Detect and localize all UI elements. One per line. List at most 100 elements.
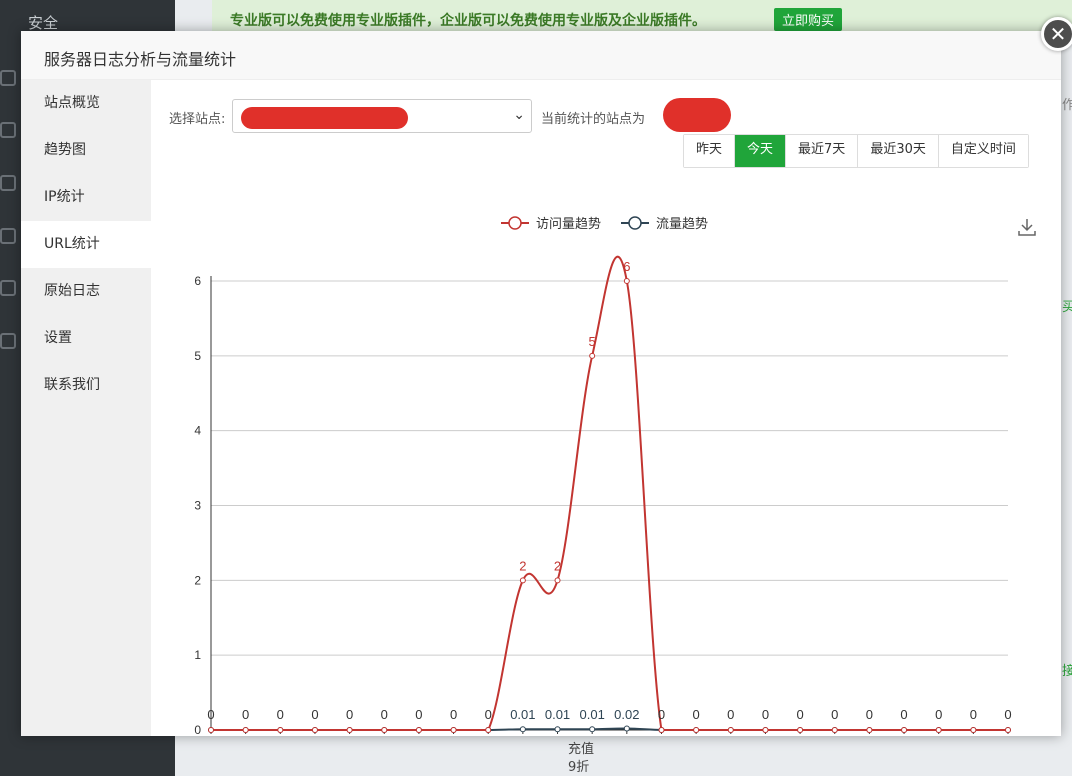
data-label: 0 bbox=[970, 707, 977, 722]
data-point bbox=[727, 727, 734, 733]
data-label: 0 bbox=[415, 707, 422, 722]
data-point bbox=[866, 727, 873, 733]
data-label: 0 bbox=[935, 707, 942, 722]
download-icon[interactable] bbox=[1018, 219, 1036, 236]
current-site-label: 当前统计的站点为 bbox=[541, 112, 646, 127]
data-label: 0 bbox=[727, 707, 734, 722]
data-point bbox=[693, 727, 700, 733]
redacted-current-site bbox=[663, 98, 731, 132]
data-point bbox=[277, 727, 284, 733]
data-point bbox=[1005, 727, 1011, 733]
data-label: 0 bbox=[1004, 707, 1011, 722]
logout-icon[interactable] bbox=[0, 333, 16, 349]
dialog-content: 选择站点: ⌄ 当前统计的站点为 昨天 今天 最近7天 最近30天 自定义时间 … bbox=[151, 80, 1061, 736]
data-point bbox=[970, 727, 977, 733]
data-point bbox=[762, 727, 769, 733]
data-label: 0 bbox=[900, 707, 907, 722]
data-label: 0 bbox=[796, 707, 803, 722]
tab-site-overview[interactable]: 站点概览 bbox=[21, 80, 151, 127]
data-label: 2 bbox=[554, 558, 561, 573]
terminal-icon[interactable] bbox=[0, 122, 16, 138]
legend-label: 流量趋势 bbox=[656, 216, 708, 232]
gear-icon[interactable] bbox=[0, 280, 16, 296]
y-tick-label: 4 bbox=[194, 424, 201, 438]
data-point bbox=[554, 577, 561, 584]
y-tick-label: 6 bbox=[194, 274, 201, 288]
data-label: 6 bbox=[623, 259, 630, 274]
data-label: 0 bbox=[693, 707, 700, 722]
data-point bbox=[623, 725, 630, 732]
y-tick-label: 2 bbox=[194, 573, 201, 587]
data-point bbox=[450, 727, 457, 733]
data-point bbox=[797, 727, 804, 733]
data-label: 0 bbox=[346, 707, 353, 722]
data-point bbox=[311, 727, 318, 733]
bg-fragment: 买 bbox=[1062, 300, 1072, 315]
data-point bbox=[589, 352, 596, 359]
data-label: 5 bbox=[589, 334, 596, 349]
data-label: 0 bbox=[277, 707, 284, 722]
bg-fragment: 接 bbox=[1062, 664, 1072, 679]
bg-bottom-text: 9折 bbox=[568, 760, 590, 775]
data-label: 0 bbox=[658, 707, 665, 722]
data-point bbox=[554, 726, 561, 733]
data-label: 0.01 bbox=[510, 707, 535, 722]
data-label: 0 bbox=[207, 707, 214, 722]
data-label: 0 bbox=[242, 707, 249, 722]
data-label: 0 bbox=[866, 707, 873, 722]
data-point bbox=[901, 727, 908, 733]
data-point bbox=[831, 727, 838, 733]
legend-label: 访问量趋势 bbox=[536, 216, 601, 232]
banner-text: 专业版可以免费使用专业版插件，企业版可以免费使用专业版及企业版插件。 bbox=[230, 13, 706, 29]
data-label: 2 bbox=[519, 558, 526, 573]
y-tick-label: 3 bbox=[194, 499, 201, 513]
dialog-header: 服务器日志分析与流量统计 bbox=[21, 31, 1061, 80]
data-label: 0 bbox=[381, 707, 388, 722]
apps-icon[interactable] bbox=[0, 228, 16, 244]
data-label: 0 bbox=[762, 707, 769, 722]
site-select[interactable]: ⌄ bbox=[232, 99, 532, 133]
data-point bbox=[242, 727, 249, 733]
data-point bbox=[381, 727, 388, 733]
data-point bbox=[415, 727, 422, 733]
bg-fragment: 作 bbox=[1062, 98, 1072, 113]
tab-settings[interactable]: 设置 bbox=[21, 315, 151, 362]
data-label: 0 bbox=[485, 707, 492, 722]
tab-ip-stats[interactable]: IP统计 bbox=[21, 174, 151, 221]
bg-nav-label: 安全 bbox=[28, 13, 59, 32]
y-tick-label: 1 bbox=[194, 648, 201, 662]
data-point bbox=[208, 727, 214, 733]
data-label: 0.01 bbox=[580, 707, 605, 722]
data-point bbox=[485, 727, 492, 733]
y-tick-label: 5 bbox=[194, 349, 201, 363]
log-analysis-dialog: 服务器日志分析与流量统计 站点概览 趋势图 IP统计 URL统计 原始日志 设置… bbox=[21, 17, 1072, 736]
series-line bbox=[211, 255, 1008, 731]
data-point bbox=[623, 278, 630, 284]
data-label: 0 bbox=[311, 707, 318, 722]
traffic-line-chart: 0123456000102030405060708091011121314151… bbox=[194, 216, 1036, 736]
data-point bbox=[346, 727, 353, 733]
tab-trend-chart[interactable]: 趋势图 bbox=[21, 127, 151, 174]
data-label: 0 bbox=[831, 707, 838, 722]
calendar-icon[interactable] bbox=[0, 175, 16, 191]
tab-raw-logs[interactable]: 原始日志 bbox=[21, 268, 151, 315]
data-point bbox=[589, 726, 596, 733]
data-label: 0.01 bbox=[545, 707, 570, 722]
data-point bbox=[519, 726, 526, 733]
chevron-down-icon: ⌄ bbox=[513, 107, 525, 123]
data-point bbox=[658, 727, 665, 733]
buy-now-button[interactable]: 立即购买 bbox=[774, 8, 843, 31]
folder-icon[interactable] bbox=[0, 70, 16, 86]
bg-bottom-text: 充值 bbox=[568, 742, 595, 757]
tab-url-stats[interactable]: URL统计 bbox=[21, 221, 151, 268]
tab-contact-us[interactable]: 联系我们 bbox=[21, 362, 151, 409]
y-tick-label: 0 bbox=[194, 723, 201, 736]
legend-marker bbox=[628, 216, 642, 230]
legend-marker bbox=[508, 216, 522, 230]
data-label: 0 bbox=[450, 707, 457, 722]
dialog-title: 服务器日志分析与流量统计 bbox=[44, 50, 237, 69]
close-icon[interactable]: ✕ bbox=[1041, 17, 1072, 51]
data-label: 0.02 bbox=[614, 707, 639, 722]
data-point bbox=[519, 577, 526, 584]
dialog-tabs: 站点概览 趋势图 IP统计 URL统计 原始日志 设置 联系我们 bbox=[21, 80, 151, 736]
